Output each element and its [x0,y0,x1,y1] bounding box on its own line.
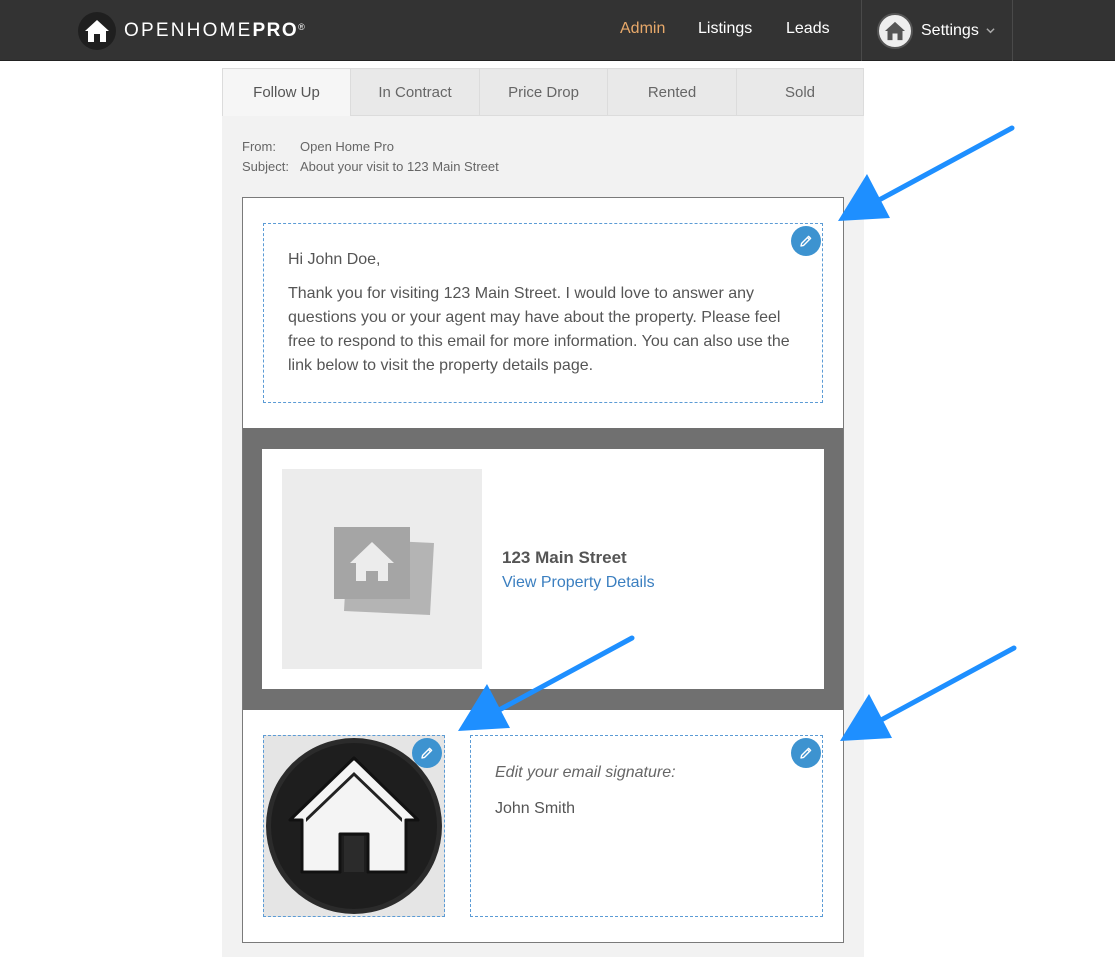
tab-in-contract[interactable]: In Contract [351,68,480,116]
brand-name: OPENHOMEPRO® [124,20,305,42]
from-value: Open Home Pro [300,139,394,154]
nav-divider [1012,0,1013,61]
brand-name-bold: PRO [252,20,299,41]
email-greeting: Hi John Doe, [288,251,381,268]
edit-photo-button[interactable] [412,738,442,768]
edit-signature-button[interactable] [791,738,821,768]
subject-label: Subject: [242,159,289,174]
house-logo-icon [78,12,116,50]
pencil-icon [421,747,433,759]
annotation-arrow-icon [838,125,1015,221]
signature-hint: Edit your email signature: [495,764,676,781]
annotation-arrow-icon [458,635,635,731]
pencil-icon [800,235,812,247]
email-body-text: Thank you for visiting 123 Main Street. … [288,285,790,374]
email-preview: Hi John Doe, Thank you for visiting 123 … [242,197,844,943]
tab-rented[interactable]: Rented [608,68,737,116]
annotation-arrow-icon [840,645,1017,741]
brand-registered-mark: ® [298,22,305,32]
subject-value: About your visit to 123 Main Street [300,159,499,174]
signature-photo-editable[interactable] [263,735,445,917]
signature-text-editable[interactable]: Edit your email signature: John Smith [470,735,823,917]
email-meta: From: Open Home Pro Subject: About your … [242,137,499,177]
avatar [877,12,913,49]
edit-body-button[interactable] [791,226,821,256]
view-property-details-link[interactable]: View Property Details [502,574,655,592]
settings-menu[interactable]: Settings [862,0,1012,61]
template-tabs: Follow Up In Contract Price Drop Rented … [222,68,864,116]
brand-name-light: OPENHOME [124,20,253,41]
chevron-down-icon [986,28,995,34]
nav-admin[interactable]: Admin [620,20,665,38]
top-navigation-bar: OPENHOMEPRO® Admin Listings Leads Settin… [0,0,1115,61]
email-template-panel: Follow Up In Contract Price Drop Rented … [222,68,864,957]
property-address: 123 Main Street [502,548,627,567]
tab-sold[interactable]: Sold [737,68,864,116]
settings-label: Settings [921,21,979,39]
brand-logo[interactable]: OPENHOMEPRO® [78,12,305,50]
email-body-editable[interactable]: Hi John Doe, Thank you for visiting 123 … [263,223,823,403]
signature-name: John Smith [495,800,576,817]
from-label: From: [242,139,276,154]
nav-leads[interactable]: Leads [786,20,830,38]
tab-follow-up[interactable]: Follow Up [222,68,351,116]
tab-price-drop[interactable]: Price Drop [480,68,608,116]
pencil-icon [800,747,812,759]
nav-listings[interactable]: Listings [698,20,752,38]
